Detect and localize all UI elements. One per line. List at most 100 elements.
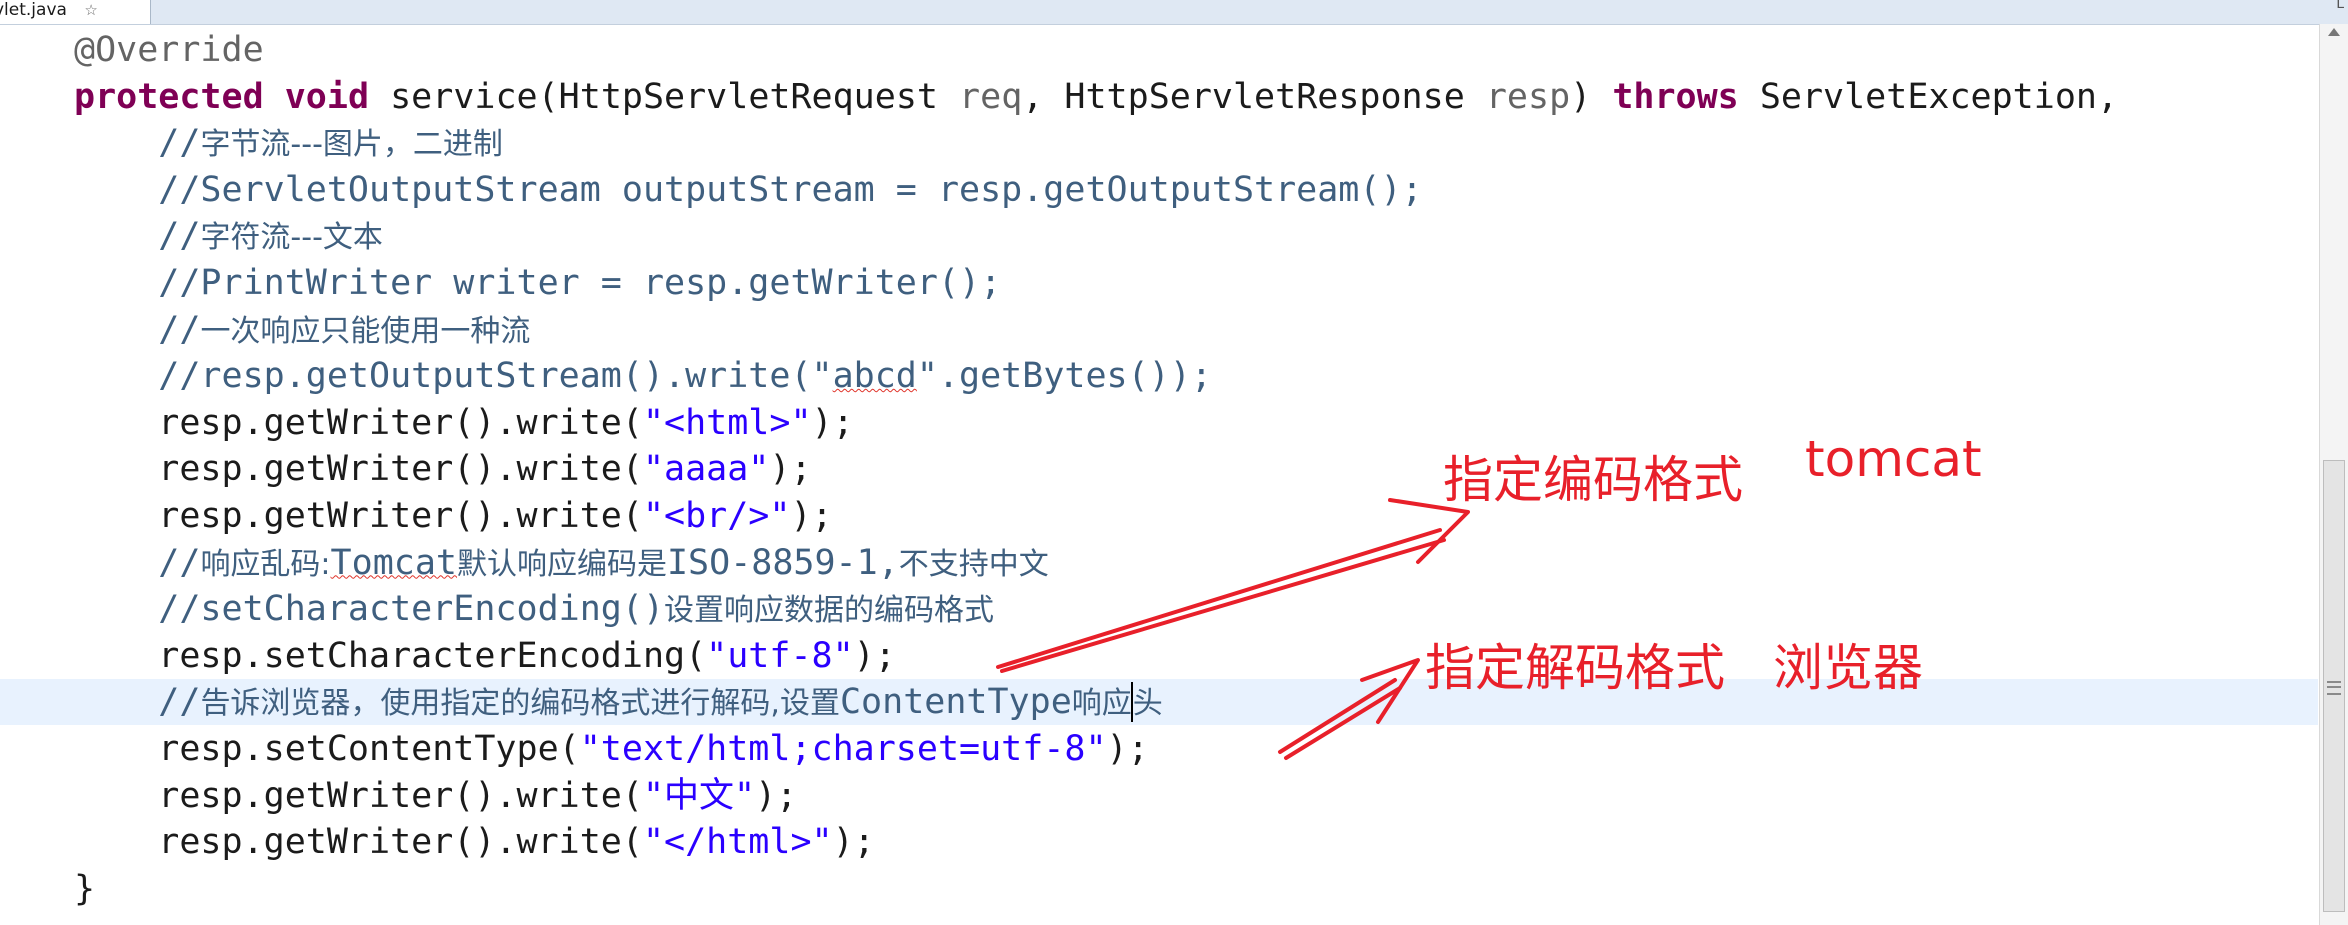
code-token: ); bbox=[755, 775, 798, 816]
code-line-text: //字符流---文本 bbox=[74, 213, 383, 261]
code-token: resp.getWriter().write( bbox=[74, 402, 643, 443]
code-line[interactable]: //响应乱码:Tomcat默认响应编码是ISO-8859-1,不支持中文 bbox=[0, 540, 2318, 586]
code-line-text: protected void service(HttpServletReques… bbox=[74, 74, 2118, 120]
code-token: //PrintWriter writer = resp.getWriter(); bbox=[74, 263, 1002, 303]
code-token: // bbox=[74, 216, 201, 257]
code-token: "<html>" bbox=[642, 402, 812, 443]
annotation-encoding-format: 指定编码格式 bbox=[1443, 451, 1743, 509]
code-line[interactable]: //字符流---文本 bbox=[0, 213, 2318, 259]
code-token: resp.setCharacterEncoding( bbox=[74, 635, 707, 676]
code-token: "<br/>" bbox=[642, 496, 791, 536]
code-token: , HttpServletResponse bbox=[1022, 76, 1486, 117]
code-token: ); bbox=[1106, 729, 1149, 769]
code-token: resp.setContentType( bbox=[74, 729, 580, 769]
code-line-text: //ServletOutputStream outputStream = res… bbox=[74, 167, 1423, 213]
code-token: 默认响应编码是 bbox=[456, 546, 667, 582]
tab-close-icon[interactable]: ☆ bbox=[84, 1, 97, 19]
code-token: ContentType bbox=[839, 682, 1072, 723]
code-token: 告诉浏览器，使用指定的编码格式进行解码,设置 bbox=[200, 686, 840, 722]
code-token: // bbox=[74, 123, 201, 164]
code-line-text: //setCharacterEncoding()设置响应数据的编码格式 bbox=[74, 586, 994, 634]
code-token: ); bbox=[769, 449, 812, 490]
code-line[interactable]: //setCharacterEncoding()设置响应数据的编码格式 bbox=[0, 586, 2318, 632]
annotation-browser: 浏览器 bbox=[1773, 639, 1923, 697]
code-line[interactable]: //一次响应只能使用一种流 bbox=[0, 307, 2318, 353]
code-line[interactable]: //字节流---图片，二进制 bbox=[0, 120, 2318, 166]
code-line[interactable]: protected void service(HttpServletReques… bbox=[0, 74, 2318, 120]
code-token: Tomcat bbox=[330, 542, 457, 583]
code-token: resp.getWriter().write( bbox=[74, 775, 643, 816]
code-line[interactable]: //resp.getOutputStream().write("abcd".ge… bbox=[0, 353, 2318, 399]
code-line[interactable]: } bbox=[0, 866, 2318, 912]
code-line-text: resp.setContentType("text/html;charset=u… bbox=[74, 726, 1149, 772]
code-token: //setCharacterEncoding() bbox=[74, 589, 665, 630]
code-token: resp.getWriter().write( bbox=[74, 496, 643, 536]
code-token: 响应乱码: bbox=[200, 546, 331, 582]
code-token: protected bbox=[74, 76, 264, 117]
code-line-text: resp.getWriter().write("<br/>"); bbox=[74, 493, 832, 539]
code-token: "</html>" bbox=[642, 822, 833, 863]
tab-label: vlet.java bbox=[0, 0, 67, 20]
code-token: // bbox=[74, 542, 201, 583]
annotation-decoding-format: 指定解码格式 bbox=[1425, 639, 1725, 697]
code-line[interactable]: //告诉浏览器，使用指定的编码格式进行解码,设置ContentType响应头 bbox=[0, 679, 2318, 727]
code-token: ); bbox=[853, 635, 896, 676]
code-token: 不支持中文 bbox=[898, 546, 1049, 582]
code-token: "aaaa" bbox=[642, 449, 770, 490]
scrollbar-thumb[interactable] bbox=[2323, 460, 2345, 912]
code-token: // bbox=[74, 682, 201, 723]
code-line-text: resp.getWriter().write("<html>"); bbox=[74, 400, 854, 446]
code-line-text: //字节流---图片，二进制 bbox=[74, 120, 503, 168]
code-token: //resp.getOutputStream().write(" bbox=[74, 356, 833, 397]
code-token: ServletException, bbox=[1738, 76, 2119, 117]
code-token: 字符流---文本 bbox=[200, 220, 383, 256]
code-line[interactable]: //ServletOutputStream outputStream = res… bbox=[0, 167, 2318, 213]
code-token: } bbox=[74, 868, 96, 909]
code-line[interactable]: //PrintWriter writer = resp.getWriter(); bbox=[0, 260, 2318, 306]
code-line[interactable]: resp.getWriter().write("中文"); bbox=[0, 773, 2318, 819]
vertical-scrollbar[interactable] bbox=[2319, 24, 2348, 925]
code-line[interactable]: @Override bbox=[0, 27, 2318, 73]
window-corner-label: L bbox=[2336, 0, 2344, 12]
code-line-text: @Override bbox=[74, 27, 264, 73]
code-line-text: //resp.getOutputStream().write("abcd".ge… bbox=[74, 353, 1212, 399]
code-token: resp.getWriter().write( bbox=[74, 822, 643, 863]
grip-icon bbox=[2327, 681, 2341, 695]
code-line[interactable]: resp.setContentType("text/html;charset=u… bbox=[0, 726, 2318, 772]
code-token: @Override bbox=[74, 30, 264, 70]
code-line-text: resp.getWriter().write("aaaa"); bbox=[74, 446, 812, 492]
code-token: "utf-8" bbox=[706, 635, 854, 676]
code-line-text: //告诉浏览器，使用指定的编码格式进行解码,设置ContentType响应头 bbox=[74, 679, 1163, 727]
code-line[interactable]: resp.getWriter().write("<br/>"); bbox=[0, 493, 2318, 539]
code-token: req bbox=[959, 76, 1023, 117]
editor-tab-bar: vlet.java ☆ L bbox=[0, 0, 2348, 25]
code-token: throws bbox=[1612, 76, 1739, 117]
code-token: abcd bbox=[832, 356, 917, 397]
code-token: // bbox=[74, 309, 201, 350]
code-line-text: //一次响应只能使用一种流 bbox=[74, 307, 530, 355]
code-token: void bbox=[284, 76, 370, 117]
code-token: service(HttpServletRequest bbox=[369, 76, 960, 117]
editor-tab-file[interactable]: vlet.java ☆ bbox=[0, 0, 151, 24]
scroll-up-arrow-icon[interactable] bbox=[2328, 28, 2340, 36]
code-token: 字节流---图片，二进制 bbox=[200, 127, 503, 163]
code-token: 一次响应只能使用一种流 bbox=[200, 313, 531, 349]
code-line[interactable]: resp.getWriter().write("</html>"); bbox=[0, 819, 2318, 865]
code-token: ISO-8859-1, bbox=[666, 542, 899, 583]
code-line-text: resp.setCharacterEncoding("utf-8"); bbox=[74, 633, 896, 679]
code-token: resp bbox=[1485, 76, 1571, 117]
code-token: ); bbox=[811, 402, 854, 443]
code-line-text: //PrintWriter writer = resp.getWriter(); bbox=[74, 260, 1001, 306]
code-token: //ServletOutputStream outputStream = res… bbox=[74, 169, 1423, 210]
code-token: 响应 bbox=[1071, 686, 1132, 722]
code-line[interactable]: resp.setCharacterEncoding("utf-8"); bbox=[0, 633, 2318, 679]
annotation-tomcat: tomcat bbox=[1805, 430, 1982, 488]
code-token: 设置响应数据的编码格式 bbox=[664, 593, 995, 629]
code-token: "中文" bbox=[642, 775, 756, 816]
code-token: ); bbox=[832, 822, 875, 863]
code-token: ) bbox=[1570, 76, 1613, 117]
code-token: resp.getWriter().write( bbox=[74, 449, 643, 490]
code-line-text: //响应乱码:Tomcat默认响应编码是ISO-8859-1,不支持中文 bbox=[74, 540, 1049, 588]
code-line-text: } bbox=[74, 866, 95, 912]
